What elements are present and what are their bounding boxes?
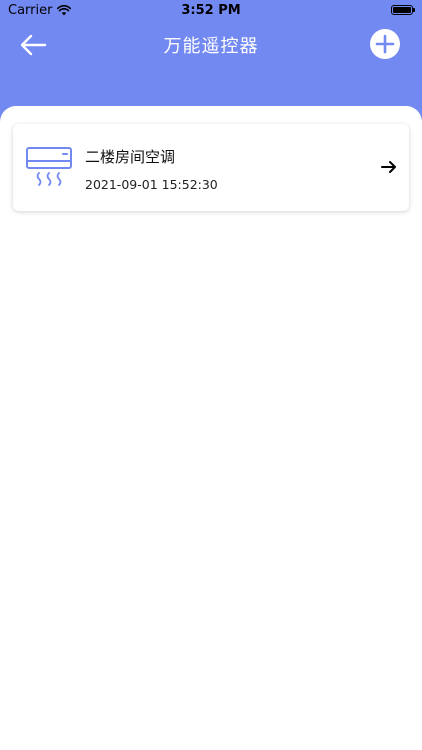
device-name: 二楼房间空调 [85,148,176,166]
status-time: 3:52 PM [181,3,241,18]
navigation-bar: 万能遥控器 [0,22,422,66]
air-conditioner-icon [26,147,72,186]
arrow-right-icon[interactable] [381,159,397,175]
battery-icon [391,5,415,15]
device-card[interactable]: 二楼房间空调 2021-09-01 15:52:30 [13,124,409,211]
device-list: 二楼房间空调 2021-09-01 15:52:30 [0,106,422,750]
status-bar: Carrier 3:52 PM [0,0,422,22]
page-title: 万能遥控器 [163,36,259,57]
device-timestamp: 2021-09-01 15:52:30 [85,177,218,192]
plus-icon [375,34,395,54]
add-device-button[interactable] [370,29,400,59]
